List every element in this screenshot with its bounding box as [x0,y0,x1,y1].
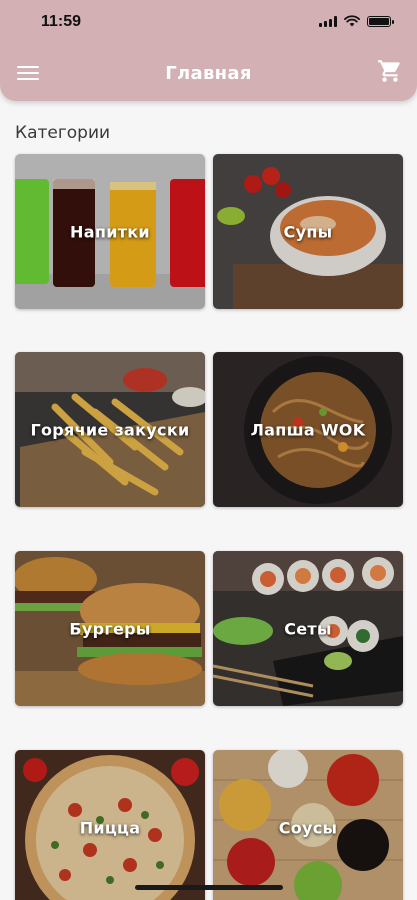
category-card-wok[interactable]: Лапша WOK [213,352,403,507]
category-card-sets[interactable]: Сеты [213,551,403,706]
category-label: Горячие закуски [30,420,190,439]
section-title: Категории [15,123,111,143]
category-label: Соусы [278,818,338,837]
app-bar: 11:59 Главная [0,0,417,101]
wifi-icon [344,15,360,27]
category-card-pizza[interactable]: Пицца [15,750,205,900]
cart-icon[interactable] [377,58,403,84]
category-card-burgers[interactable]: Бургеры [15,551,205,706]
status-time: 11:59 [41,13,82,30]
category-card-soups[interactable]: Супы [213,154,403,309]
category-label: Напитки [70,222,150,241]
home-indicator[interactable] [135,885,283,890]
category-label: Сеты [284,619,332,638]
category-label: Пицца [79,818,141,837]
page-title: Главная [165,63,252,84]
signal-icon [319,15,337,27]
category-label: Супы [283,222,333,241]
category-label: Лапша WOK [250,420,366,439]
battery-icon [367,15,394,27]
category-card-sauces[interactable]: Соусы [213,750,403,900]
status-icons [319,15,394,27]
category-card-drinks[interactable]: Напитки [15,154,205,309]
category-card-hot-snacks[interactable]: Горячие закуски [15,352,205,507]
category-label: Бургеры [69,619,151,638]
